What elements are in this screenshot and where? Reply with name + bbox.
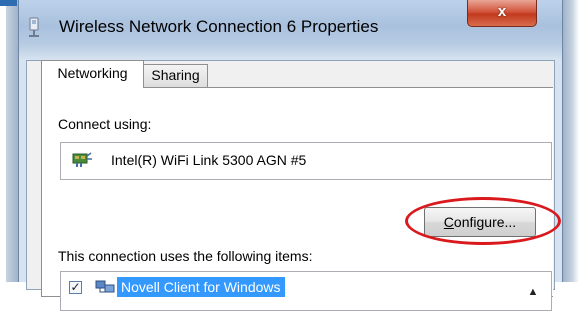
connection-items-list[interactable]: ✓ Novell Client for Windows ▲: [60, 271, 552, 311]
background-window-edge-left: [0, 0, 18, 282]
network-connection-icon: [29, 17, 39, 37]
properties-dialog: Wireless Network Connection 6 Properties…: [18, 0, 563, 311]
list-item-label[interactable]: Novell Client for Windows: [117, 277, 285, 297]
close-icon: x: [497, 3, 507, 20]
networking-panel: Connect using: Intel(R) WiFi Link 5300 A…: [41, 87, 561, 311]
network-client-icon: [95, 280, 115, 293]
background-window-accent: [0, 0, 17, 6]
connection-items-label: This connection uses the following items…: [58, 248, 313, 264]
scroll-up-arrow-icon[interactable]: ▲: [516, 275, 550, 309]
dialog-body: Networking Sharing Connect using: Intel(…: [26, 60, 561, 311]
close-button[interactable]: x: [467, 0, 537, 27]
connect-using-label: Connect using:: [58, 116, 152, 132]
tab-sharing[interactable]: Sharing: [144, 64, 208, 88]
item-checkbox[interactable]: ✓: [69, 281, 82, 294]
tab-networking[interactable]: Networking: [41, 60, 144, 88]
network-adapter-icon: [72, 152, 92, 167]
background-window-edge-right: [563, 0, 579, 282]
dialog-title: Wireless Network Connection 6 Properties: [59, 17, 379, 36]
adapter-name: Intel(R) WiFi Link 5300 AGN #5: [111, 152, 307, 168]
configure-button[interactable]: Configure...: [424, 207, 536, 237]
adapter-field: Intel(R) WiFi Link 5300 AGN #5: [60, 142, 552, 180]
